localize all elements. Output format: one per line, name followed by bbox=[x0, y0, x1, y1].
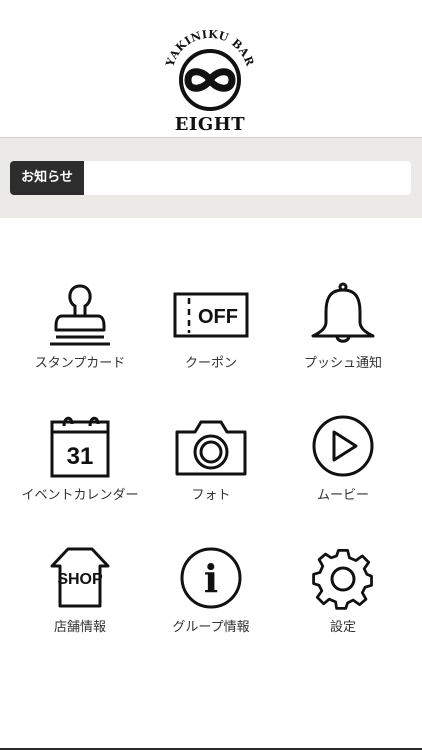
play-icon bbox=[303, 414, 383, 484]
stamp-icon bbox=[40, 282, 120, 352]
menu-movie[interactable]: ムービー bbox=[273, 414, 413, 524]
calendar-day-text: 31 bbox=[67, 443, 94, 470]
info-i-text: i bbox=[204, 556, 218, 601]
menu-push-notification[interactable]: プッシュ通知 bbox=[273, 282, 413, 392]
calendar-icon: 31 bbox=[40, 414, 120, 484]
logo-eight-text: EIGHT bbox=[174, 114, 246, 135]
menu-settings[interactable]: 設定 bbox=[273, 546, 413, 656]
info-icon: i bbox=[171, 546, 251, 616]
menu-label: ムービー bbox=[316, 488, 369, 503]
menu-shop-info[interactable]: SHOP 店舗情報 bbox=[10, 546, 150, 656]
notice-text bbox=[94, 161, 403, 195]
menu-group-info[interactable]: i グループ情報 bbox=[141, 546, 281, 656]
menu-coupon[interactable]: OFF クーポン bbox=[141, 282, 281, 392]
camera-icon bbox=[171, 414, 251, 484]
menu-label: プッシュ通知 bbox=[303, 356, 382, 371]
notice-section: お知らせ bbox=[0, 137, 422, 218]
bell-icon bbox=[303, 282, 383, 352]
yakiniku-bar-eight-logo: YAKINIKU BAR EIGHT bbox=[160, 28, 260, 135]
notice-bar[interactable]: お知らせ bbox=[10, 161, 411, 195]
shop-icon: SHOP bbox=[40, 546, 120, 616]
menu-photo[interactable]: フォト bbox=[141, 414, 281, 524]
menu-stamp-card[interactable]: スタンプカード bbox=[10, 282, 150, 392]
app-header: YAKINIKU BAR EIGHT bbox=[0, 0, 422, 137]
gear-icon bbox=[303, 546, 383, 616]
menu-label: 設定 bbox=[329, 620, 356, 635]
menu-event-calendar[interactable]: 31 イベントカレンダー bbox=[10, 414, 150, 524]
notice-label: お知らせ bbox=[10, 161, 84, 195]
shop-text: SHOP bbox=[57, 571, 103, 588]
coupon-off-text: OFF bbox=[198, 306, 238, 328]
coupon-icon: OFF bbox=[171, 282, 251, 352]
